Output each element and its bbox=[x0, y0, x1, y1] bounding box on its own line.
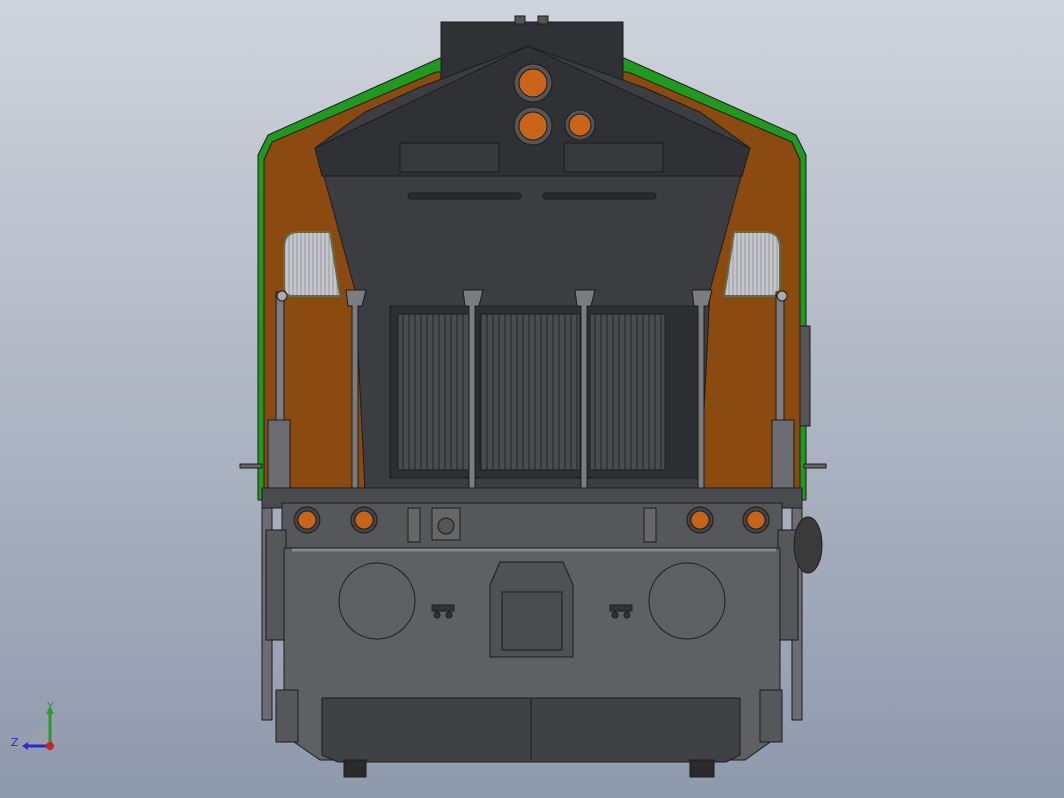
headlight-top bbox=[513, 63, 553, 103]
right-side-panel bbox=[799, 325, 811, 427]
left-side-box bbox=[267, 419, 291, 491]
nose-grab-rail-right bbox=[542, 192, 657, 200]
headlight-lower bbox=[513, 106, 553, 146]
right-mirror-rod bbox=[803, 463, 827, 469]
right-side-box bbox=[771, 419, 795, 491]
marker-small bbox=[564, 109, 596, 141]
grille-left bbox=[397, 313, 471, 471]
x-axis-dot bbox=[46, 742, 54, 750]
ditch-left-1 bbox=[293, 506, 321, 534]
wheel-left bbox=[343, 759, 367, 778]
grille-right bbox=[589, 313, 666, 471]
wheel-right bbox=[689, 759, 715, 778]
z-axis-label: Z bbox=[11, 736, 19, 749]
right-cab-window[interactable] bbox=[722, 231, 781, 297]
coupler-face bbox=[501, 591, 563, 651]
nose-grab-rail-left bbox=[407, 192, 522, 200]
ditch-right-2 bbox=[742, 506, 770, 534]
locomotive-model[interactable] bbox=[239, 15, 827, 778]
cad-viewport[interactable]: Y Z bbox=[0, 0, 1064, 798]
stack-cap-right bbox=[537, 15, 549, 25]
grille-center bbox=[479, 313, 581, 471]
horn-right bbox=[793, 516, 823, 574]
frame-foot-left bbox=[275, 689, 299, 743]
left-cab-window[interactable] bbox=[283, 231, 342, 297]
coupler-box-hole bbox=[437, 517, 455, 535]
bracket-right bbox=[643, 507, 657, 543]
number-board-left bbox=[399, 142, 500, 173]
left-mirror-rod bbox=[239, 463, 263, 469]
frame-foot-right bbox=[759, 689, 783, 743]
number-board-right bbox=[563, 142, 664, 173]
bracket-left bbox=[407, 507, 421, 543]
pilot-buffer-right bbox=[648, 562, 726, 640]
ditch-left-2 bbox=[350, 506, 378, 534]
y-axis-label: Y bbox=[46, 700, 54, 713]
pilot-buffer-left bbox=[338, 562, 416, 640]
pilot-side-left bbox=[265, 529, 287, 641]
ditch-right-1 bbox=[686, 506, 714, 534]
stack-cap-left bbox=[514, 15, 526, 25]
